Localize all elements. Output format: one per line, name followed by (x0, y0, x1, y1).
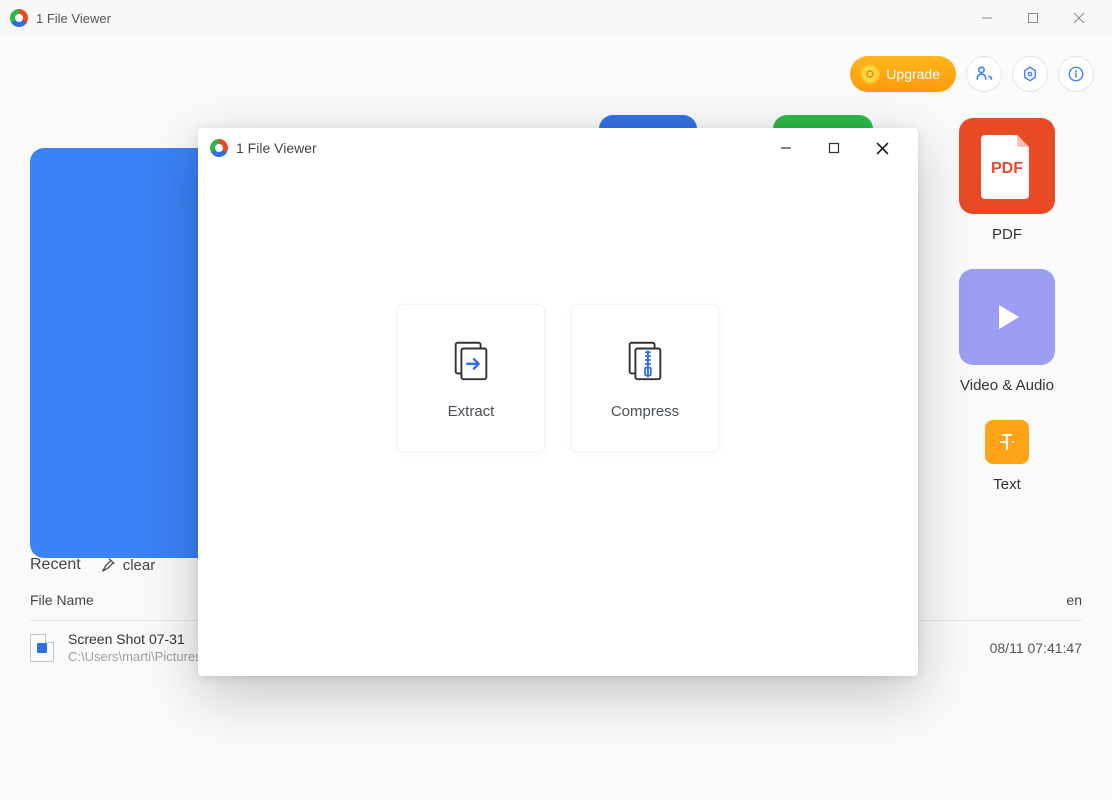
close-button[interactable] (1056, 0, 1102, 36)
dialog-maximize-button[interactable] (810, 128, 858, 168)
dialog-app-logo-icon (210, 139, 228, 157)
archive-dialog: 1 File Viewer Extract Compress (198, 128, 918, 676)
file-icon (30, 634, 54, 662)
category-pdf-label: PDF (992, 226, 1022, 243)
recent-title: Recent (30, 556, 81, 574)
category-text-label: Text (993, 476, 1021, 493)
category-text[interactable]: Text (985, 420, 1029, 493)
category-video-audio[interactable]: Video & Audio (959, 269, 1055, 394)
app-logo-icon (10, 9, 28, 27)
coin-icon (860, 64, 880, 84)
maximize-button[interactable] (1010, 0, 1056, 36)
compress-label: Compress (611, 403, 679, 420)
dialog-titlebar: 1 File Viewer (198, 128, 918, 168)
upgrade-label: Upgrade (886, 66, 940, 82)
pdf-icon: PDF (959, 118, 1055, 214)
upgrade-button[interactable]: Upgrade (850, 56, 956, 92)
window-title: 1 File Viewer (36, 11, 964, 26)
compress-action[interactable]: Compress (571, 304, 719, 452)
category-column: PDF PDF Video & Audio Text (932, 118, 1082, 493)
extract-action[interactable]: Extract (397, 304, 545, 452)
settings-button[interactable] (1012, 56, 1048, 92)
broom-icon (99, 556, 117, 574)
top-right-controls: Upgrade (850, 56, 1094, 92)
text-icon (985, 420, 1029, 464)
category-video-audio-label: Video & Audio (960, 377, 1054, 394)
category-pdf[interactable]: PDF PDF (959, 118, 1055, 243)
dialog-close-button[interactable] (858, 128, 906, 168)
minimize-button[interactable] (964, 0, 1010, 36)
clear-label: clear (123, 557, 156, 574)
dialog-minimize-button[interactable] (762, 128, 810, 168)
clear-recent-button[interactable]: clear (99, 556, 156, 574)
compress-icon (622, 337, 668, 383)
main-titlebar: 1 File Viewer (0, 0, 1112, 36)
dialog-title: 1 File Viewer (236, 140, 762, 156)
svg-text:PDF: PDF (991, 160, 1023, 177)
info-button[interactable] (1058, 56, 1094, 92)
extract-icon (448, 337, 494, 383)
support-button[interactable] (966, 56, 1002, 92)
play-icon (959, 269, 1055, 365)
extract-label: Extract (448, 403, 495, 420)
